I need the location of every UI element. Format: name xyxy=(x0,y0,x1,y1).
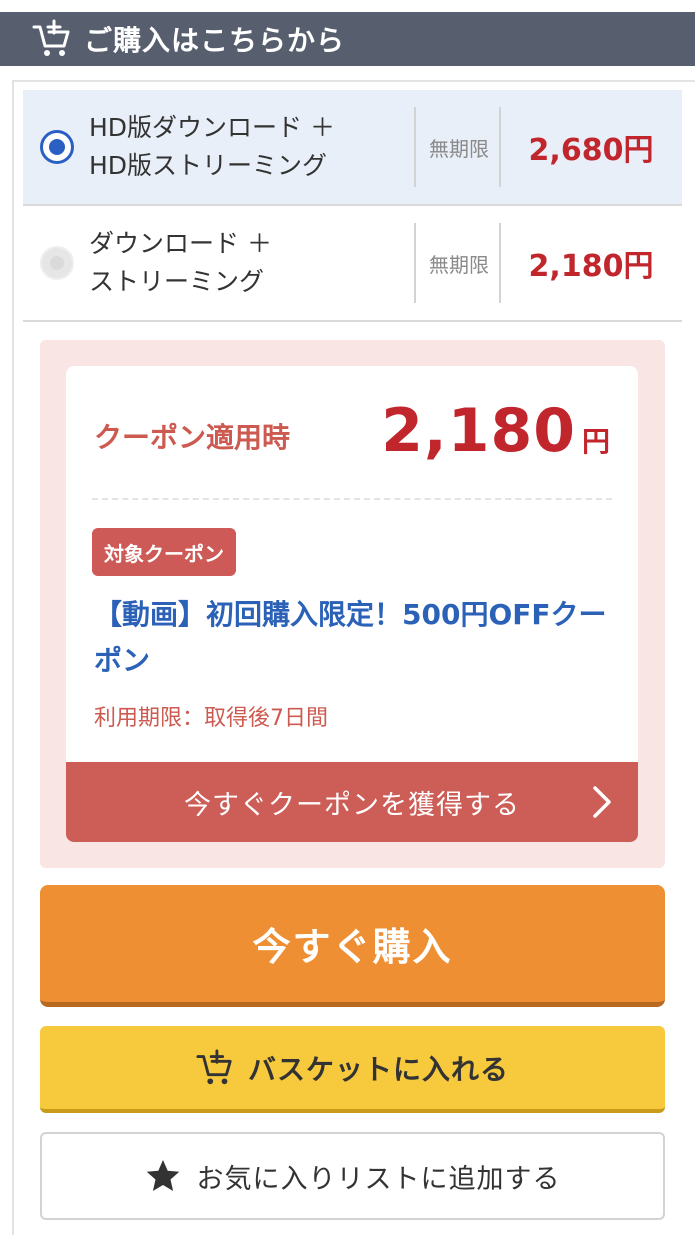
coupon-price: 2,180 円 xyxy=(381,396,610,466)
add-to-favorites-button[interactable]: お気に入りリストに追加する xyxy=(40,1132,665,1220)
radio-selected[interactable] xyxy=(40,130,74,164)
divider xyxy=(499,107,501,187)
cart-plus-icon xyxy=(196,1048,232,1084)
coupon-price-label: クーポン適用時 xyxy=(94,421,291,454)
option-price: 2,680円 xyxy=(528,133,654,168)
option-term: 無期限 xyxy=(429,136,489,161)
coupon-title[interactable]: 【動画】初回購入限定！500円OFFクーポン xyxy=(94,592,614,684)
section-title: ご購入はこちらから xyxy=(84,24,346,57)
dashed-divider xyxy=(92,498,612,500)
add-to-basket-label: バスケットに入れる xyxy=(247,1052,509,1086)
coupon-card: クーポン適用時 2,180 円 対象クーポン 【動画】初回購入限定！500円OF… xyxy=(66,366,638,842)
divider xyxy=(499,223,501,303)
option-term: 無期限 xyxy=(429,252,489,277)
get-coupon-button[interactable]: 今すぐクーポンを獲得する xyxy=(66,762,638,842)
radio-unselected[interactable] xyxy=(40,246,74,280)
coupon-price-value: 2,180 xyxy=(381,396,576,466)
purchase-option-standard[interactable]: ダウンロード ＋ ストリーミング 無期限 2,180円 xyxy=(23,206,682,322)
add-to-favorites-label: お気に入りリストに追加する xyxy=(196,1163,561,1195)
section-header: ご購入はこちらから xyxy=(0,12,695,66)
get-coupon-label: 今すぐクーポンを獲得する xyxy=(184,789,520,821)
buy-now-button[interactable]: 今すぐ購入 xyxy=(40,885,665,1007)
coupon-period: 利用期限：取得後7日間 xyxy=(94,706,328,731)
buy-now-label: 今すぐ購入 xyxy=(252,925,453,969)
purchase-option-hd[interactable]: HD版ダウンロード ＋ HD版ストリーミング 無期限 2,680円 xyxy=(23,90,682,206)
coupon-price-unit: 円 xyxy=(581,425,610,458)
divider xyxy=(414,107,416,187)
chevron-right-icon xyxy=(593,786,611,818)
star-icon xyxy=(146,1160,179,1191)
option-name: HD版ダウンロード ＋ HD版ストリーミング xyxy=(89,113,335,180)
coupon-section: クーポン適用時 2,180 円 対象クーポン 【動画】初回購入限定！500円OF… xyxy=(40,340,665,868)
option-name: ダウンロード ＋ ストリーミング xyxy=(89,229,272,296)
cart-plus-icon xyxy=(32,19,70,56)
divider xyxy=(414,223,416,303)
add-to-basket-button[interactable]: バスケットに入れる xyxy=(40,1026,665,1113)
coupon-badge: 対象クーポン xyxy=(92,528,236,576)
option-price: 2,180円 xyxy=(528,249,654,284)
